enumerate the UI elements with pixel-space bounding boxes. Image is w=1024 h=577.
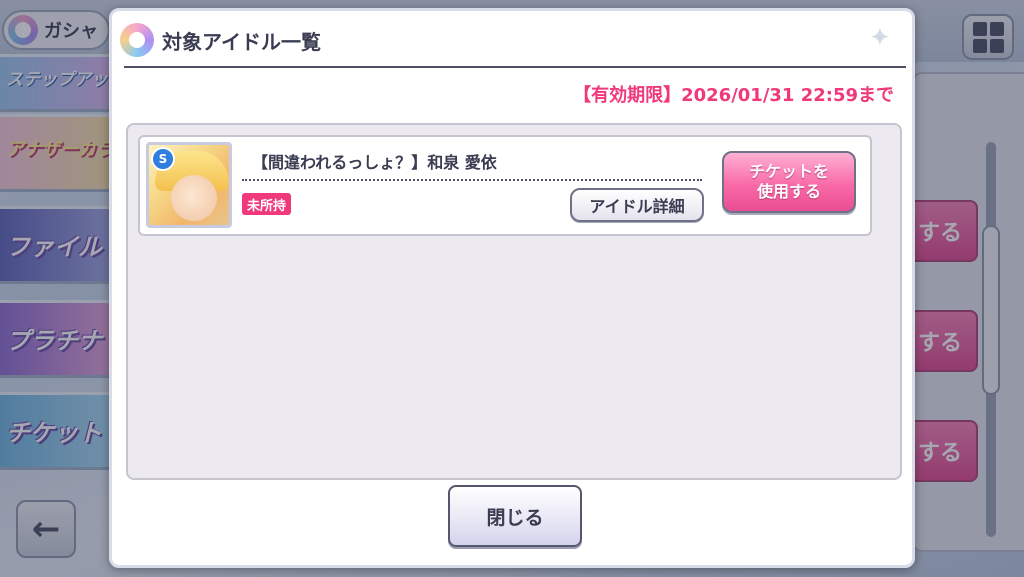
sparkle-icon: ✦ (869, 23, 891, 53)
dialog-header: 対象アイドル一覧 (112, 11, 912, 69)
dialog-title: 対象アイドル一覧 (162, 29, 321, 54)
use-ticket-button[interactable]: チケットを 使用する (722, 151, 856, 213)
rarity-badge: S (151, 147, 175, 171)
owned-status-badge: 未所持 (242, 193, 292, 215)
idol-detail-button[interactable]: アイドル詳細 (570, 188, 704, 222)
idol-portrait[interactable]: S (146, 142, 232, 228)
portrait-face (171, 175, 217, 221)
header-divider (124, 66, 906, 68)
close-button[interactable]: 閉じる (448, 485, 582, 547)
dotted-divider (242, 179, 702, 181)
idol-list-item: S 【間違われるっしょ？】和泉 愛依 未所持 アイドル詳細 チケットを 使用する (138, 135, 872, 236)
expiry-text: 【有効期限】2026/01/31 22:59まで (573, 85, 894, 106)
idol-name: 【間違われるっしょ？】和泉 愛依 (252, 153, 497, 172)
ticket-icon (120, 23, 154, 57)
idol-list[interactable]: S 【間違われるっしょ？】和泉 愛依 未所持 アイドル詳細 チケットを 使用する (126, 123, 902, 480)
target-idol-list-dialog: 対象アイドル一覧 ✦ 【有効期限】2026/01/31 22:59まで S 【間… (109, 8, 915, 568)
